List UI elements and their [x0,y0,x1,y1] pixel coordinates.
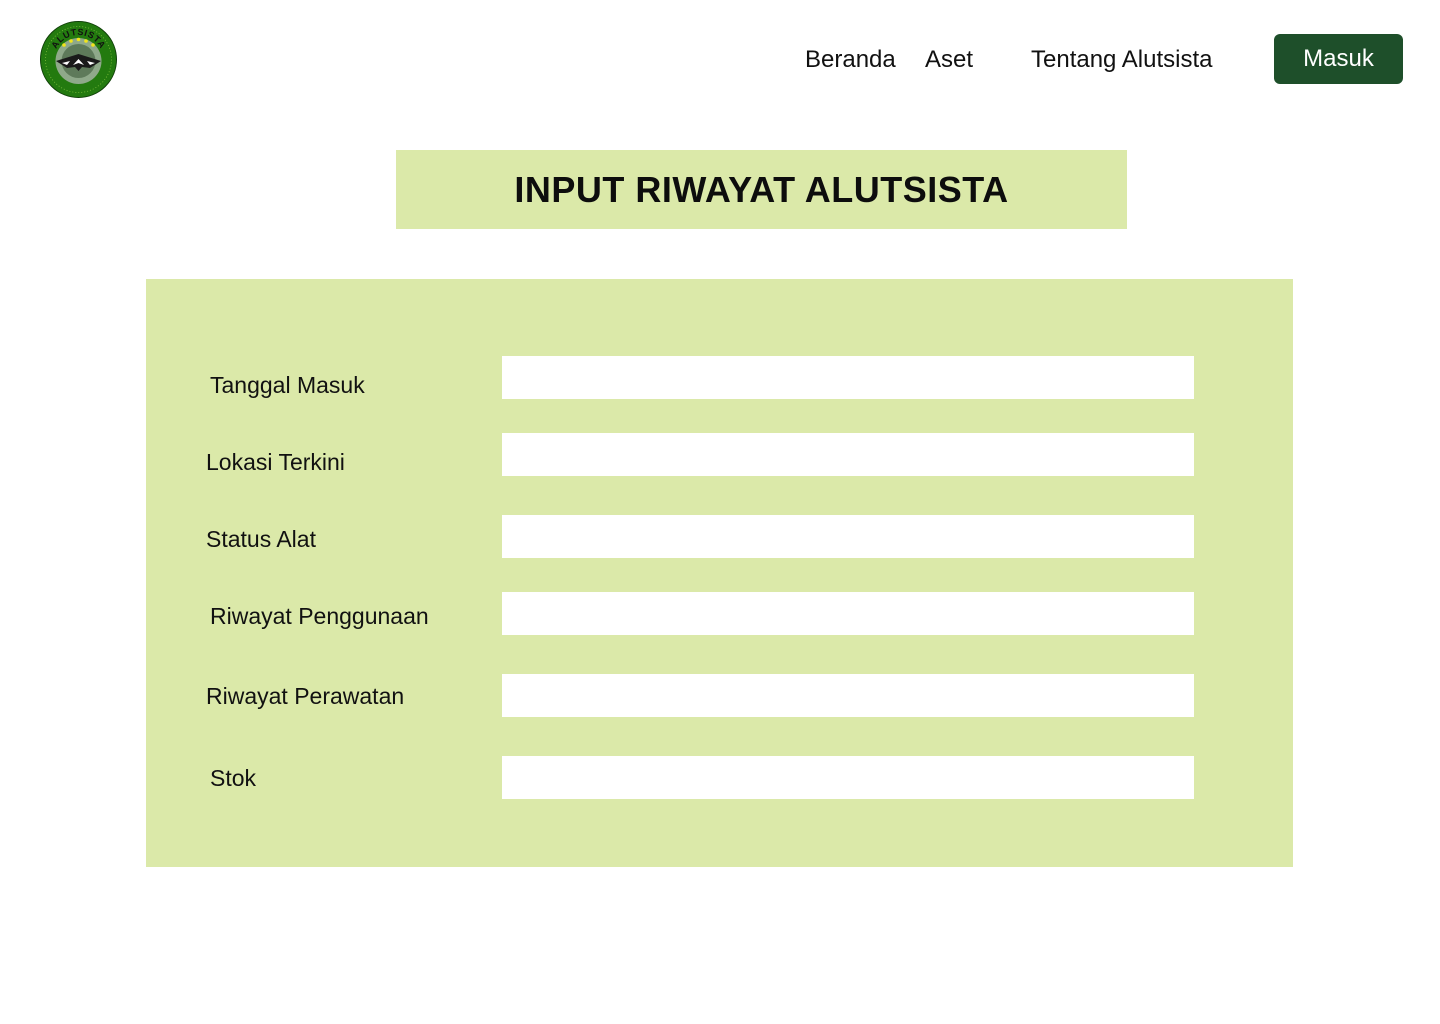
riwayat-form-panel: Tanggal Masuk Lokasi Terkini Status Alat… [146,279,1293,867]
stok-input[interactable] [502,756,1194,799]
tanggal-masuk-input[interactable] [502,356,1194,399]
alutsista-logo[interactable]: ALUTSISTA [40,21,117,98]
riwayat-penggunaan-input[interactable] [502,592,1194,635]
lokasi-terkini-input[interactable] [502,433,1194,476]
nav-aset[interactable]: Aset [925,44,973,76]
label-riwayat-penggunaan: Riwayat Penggunaan [210,603,429,629]
page-title: INPUT RIWAYAT ALUTSISTA [514,168,1009,210]
nav-tentang-alutsista[interactable]: Tentang Alutsista [1031,44,1212,76]
label-stok: Stok [210,765,257,791]
alutsista-emblem-icon: ALUTSISTA [40,21,117,98]
label-riwayat-perawatan: Riwayat Perawatan [206,683,405,709]
page-title-banner: INPUT RIWAYAT ALUTSISTA [396,150,1127,229]
label-lokasi-terkini: Lokasi Terkini [206,449,345,475]
status-alat-input[interactable] [502,515,1194,558]
nav-beranda[interactable]: Beranda [805,44,896,76]
label-status-alat: Status Alat [206,526,316,552]
label-tanggal-masuk: Tanggal Masuk [210,372,365,398]
login-button[interactable]: Masuk [1274,34,1403,84]
riwayat-perawatan-input[interactable] [502,674,1194,717]
